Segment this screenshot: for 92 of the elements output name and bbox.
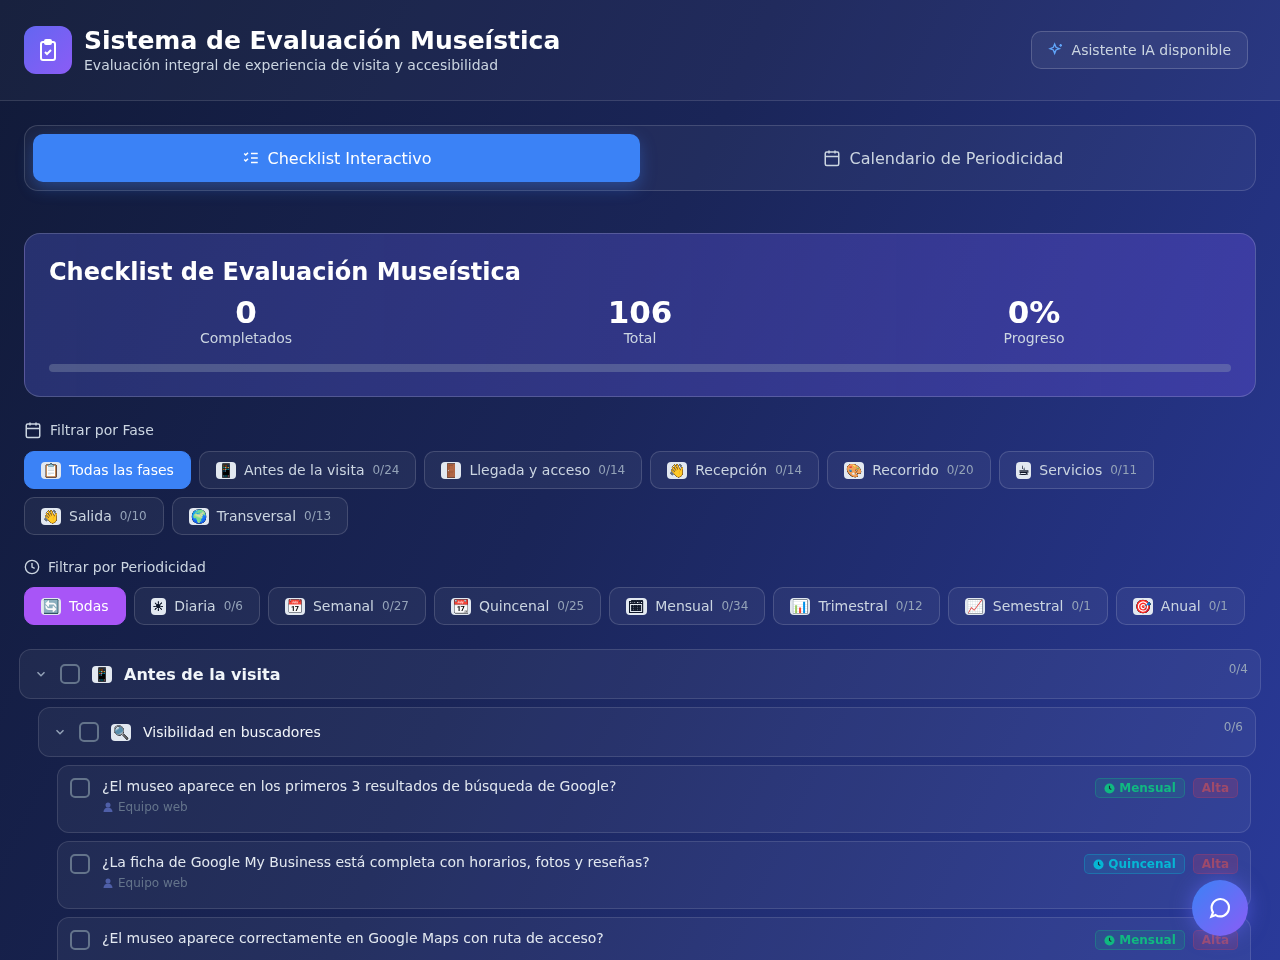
person-icon bbox=[102, 801, 114, 813]
filter-chip[interactable]: 📈 Semestral 0/1 bbox=[947, 587, 1108, 625]
chip-count: 0/10 bbox=[119, 509, 147, 523]
card-title: Checklist de Evaluación Museística bbox=[49, 258, 522, 286]
item-question: ¿El museo aparece en los primeros 3 resultados de búsqueda de Google? bbox=[102, 778, 618, 794]
chip-count: 0/20 bbox=[946, 463, 974, 477]
emoji-icon: 📈 bbox=[964, 597, 985, 615]
filter-chip[interactable]: 🔄 Todas bbox=[24, 587, 126, 625]
stat-label: Progreso bbox=[1003, 330, 1065, 346]
calendar-icon bbox=[823, 149, 842, 167]
chip-count: 0/25 bbox=[557, 599, 585, 613]
chat-icon bbox=[1207, 895, 1233, 921]
sparkles-icon bbox=[1047, 42, 1064, 58]
emoji-icon: 🎨 bbox=[844, 461, 865, 479]
emoji-icon: 👋 bbox=[41, 507, 61, 525]
group-row[interactable]: 🔍 Visibilidad en buscadores 0/6 bbox=[38, 707, 1256, 757]
checkbox[interactable] bbox=[79, 722, 99, 742]
clock-icon bbox=[24, 559, 40, 575]
priority-tag: Alta bbox=[1192, 854, 1238, 874]
filter-chip[interactable]: 📋 Todas las fases bbox=[24, 451, 191, 489]
chip-count: 0/1 bbox=[1071, 599, 1091, 613]
checkbox[interactable] bbox=[70, 854, 90, 874]
chip-count: 0/34 bbox=[721, 599, 749, 613]
chip-count: 0/14 bbox=[598, 463, 626, 477]
checkbox[interactable] bbox=[70, 778, 90, 798]
item-owner: Equipo web bbox=[102, 800, 1084, 814]
priority-tag: Alta bbox=[1192, 778, 1238, 798]
tab[interactable]: Calendario de Periodicidad bbox=[640, 134, 1247, 182]
app-subtitle: Evaluación integral de experiencia de visita y accesibilidad bbox=[84, 57, 500, 73]
stat-label: Completados bbox=[199, 330, 293, 346]
emoji-icon: 📆 bbox=[450, 597, 471, 615]
filter-chip[interactable]: 👋 Recepción 0/14 bbox=[650, 451, 820, 489]
emoji-icon: 📋 bbox=[41, 461, 61, 479]
group-count: 0/6 bbox=[1223, 720, 1243, 734]
period-tag: Mensual bbox=[1095, 930, 1185, 950]
filter-label: Filtrar por Periodicidad bbox=[48, 559, 206, 575]
section-title: Antes de la visita bbox=[124, 664, 282, 684]
stat-label: Total bbox=[623, 330, 657, 346]
emoji-icon: 🔍 bbox=[111, 723, 131, 741]
checkbox[interactable] bbox=[70, 930, 90, 950]
period-tag: Mensual bbox=[1095, 778, 1185, 798]
assistant-badge: Asistente IA disponible bbox=[1030, 31, 1248, 69]
filter-chip[interactable]: 🌍 Transversal 0/13 bbox=[171, 497, 349, 535]
chip-count: 0/14 bbox=[775, 463, 803, 477]
section-count: 0/4 bbox=[1228, 662, 1248, 676]
stat-value: 0 bbox=[235, 294, 257, 330]
group-title: Visibilidad en buscadores bbox=[143, 724, 322, 740]
chat-button[interactable] bbox=[1192, 880, 1248, 936]
calendar-icon bbox=[24, 421, 42, 439]
app-title: Sistema de Evaluación Museística bbox=[84, 27, 561, 55]
filter-label: Filtrar por Fase bbox=[50, 422, 154, 438]
filter-chip[interactable]: 📅 Semanal 0/27 bbox=[267, 587, 426, 625]
clipboard-check-icon bbox=[24, 26, 72, 74]
emoji-icon: ☕ bbox=[1015, 461, 1032, 479]
filter-chip[interactable]: 🎨 Recorrido 0/20 bbox=[827, 451, 991, 489]
emoji-icon: 🚪 bbox=[441, 461, 462, 479]
stat-value: 106 bbox=[607, 294, 673, 330]
emoji-icon: 🌍 bbox=[188, 507, 209, 525]
filter-chip[interactable]: ☕ Servicios 0/11 bbox=[998, 451, 1155, 489]
chip-count: 0/11 bbox=[1110, 463, 1138, 477]
person-icon bbox=[102, 877, 114, 889]
filter-chip[interactable]: 🚪 Llegada y acceso 0/14 bbox=[424, 451, 643, 489]
filter-chip[interactable]: ☀ Diaria 0/6 bbox=[133, 587, 260, 625]
emoji-icon: 🔄 bbox=[41, 597, 61, 615]
emoji-icon: 👋 bbox=[667, 461, 688, 479]
section-row[interactable]: 📱 Antes de la visita 0/4 bbox=[19, 649, 1261, 699]
chip-count: 0/24 bbox=[372, 463, 400, 477]
emoji-icon: 📱 bbox=[215, 461, 236, 479]
stat-value: 0% bbox=[1007, 294, 1061, 330]
item-question: ¿El museo aparece correctamente en Google Maps con ruta de acceso? bbox=[102, 930, 605, 946]
filter-chip[interactable]: 📆 Quincenal 0/25 bbox=[433, 587, 602, 625]
period-tag: Quincenal bbox=[1084, 854, 1185, 874]
item-owner: Equipo web bbox=[102, 876, 1073, 890]
tab[interactable]: Checklist Interactivo bbox=[33, 134, 640, 182]
emoji-icon: 📅 bbox=[284, 597, 305, 615]
filter-chip[interactable]: 📊 Trimestral 0/12 bbox=[773, 587, 940, 625]
emoji-icon: 📊 bbox=[790, 597, 811, 615]
chip-count: 0/13 bbox=[304, 509, 332, 523]
emoji-icon: 🗓 bbox=[626, 597, 648, 615]
filter-chip[interactable]: 📱 Antes de la visita 0/24 bbox=[198, 451, 417, 489]
filter-chip[interactable]: 🎯 Anual 0/1 bbox=[1115, 587, 1245, 625]
checkbox[interactable] bbox=[60, 664, 80, 684]
emoji-icon: 📱 bbox=[92, 665, 112, 683]
emoji-icon: 🎯 bbox=[1132, 597, 1153, 615]
filter-chip[interactable]: 🗓 Mensual 0/34 bbox=[609, 587, 766, 625]
chip-count: 0/12 bbox=[895, 599, 923, 613]
chip-count: 0/27 bbox=[382, 599, 409, 613]
emoji-icon: ☀ bbox=[150, 597, 167, 615]
filter-chip[interactable]: 👋 Salida 0/10 bbox=[24, 497, 164, 535]
chip-count: 0/6 bbox=[223, 599, 243, 613]
item-question: ¿La ficha de Google My Business está completa con horarios, fotos y reseñas? bbox=[102, 854, 651, 870]
chip-count: 0/1 bbox=[1208, 599, 1228, 613]
